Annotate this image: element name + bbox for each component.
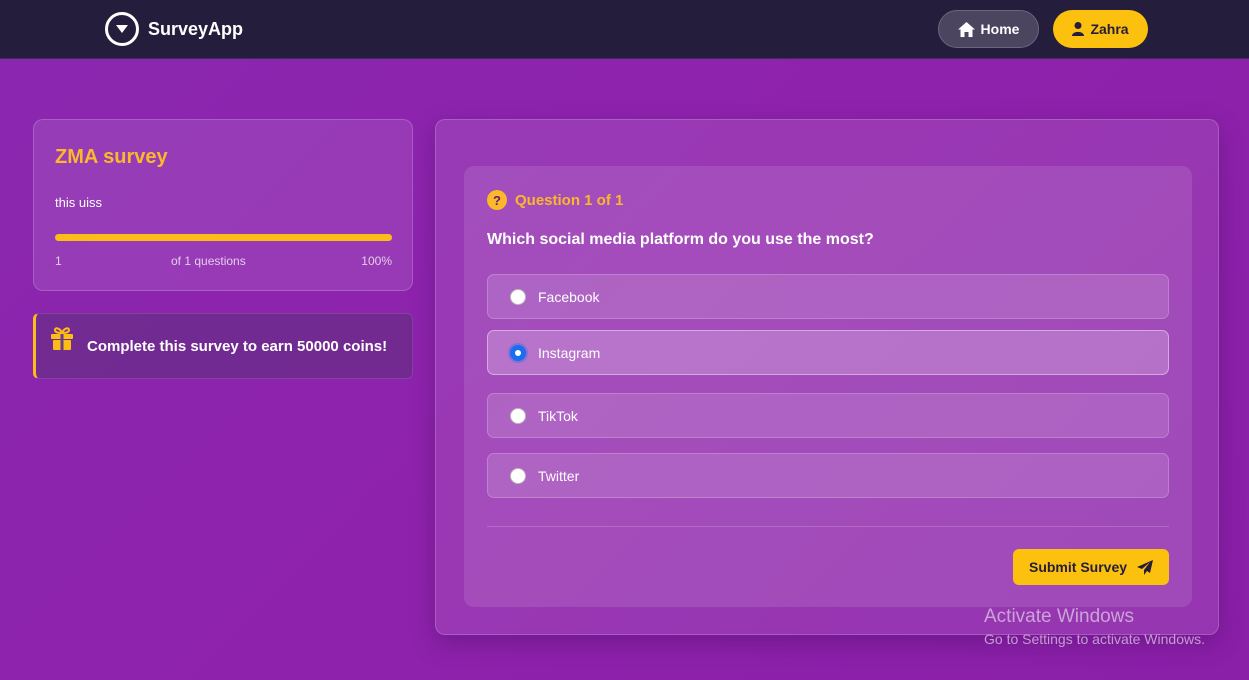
question-card: ? Question 1 of 1 Which social media pla…: [435, 119, 1219, 635]
user-profile-button[interactable]: Zahra: [1053, 10, 1148, 48]
radio-button[interactable]: [510, 289, 526, 305]
logo-icon: [105, 12, 139, 46]
gift-icon: [51, 327, 73, 350]
watermark-subtitle: Go to Settings to activate Windows.: [984, 631, 1205, 647]
brand[interactable]: SurveyApp: [105, 12, 243, 46]
submit-label: Submit Survey: [1028, 559, 1128, 575]
submit-survey-button[interactable]: Submit Survey: [1013, 549, 1169, 585]
progress-percent: 100%: [361, 254, 392, 268]
option-tiktok[interactable]: TikTok: [487, 393, 1169, 438]
question-number: ? Question 1 of 1: [487, 190, 623, 210]
home-icon: [957, 21, 975, 37]
home-button[interactable]: Home: [938, 10, 1039, 48]
watermark-title: Activate Windows: [984, 606, 1134, 627]
progress-current: 1: [55, 254, 62, 268]
survey-title: ZMA survey: [55, 146, 168, 168]
radio-button[interactable]: [510, 468, 526, 484]
brand-name: SurveyApp: [148, 18, 244, 39]
survey-info-card: ZMA survey this uiss 1 of 1 questions 10…: [33, 119, 413, 291]
user-name: Zahra: [1090, 21, 1129, 37]
activate-windows-watermark: Activate Windows Go to Settings to activ…: [984, 606, 1205, 647]
option-label: Facebook: [538, 289, 600, 305]
home-label: Home: [980, 21, 1020, 37]
question-number-label: Question 1 of 1: [515, 191, 624, 209]
question-icon: ?: [487, 190, 507, 210]
question-text: Which social media platform do you use t…: [487, 231, 874, 248]
option-instagram[interactable]: Instagram: [487, 330, 1169, 375]
radio-button[interactable]: [510, 345, 526, 361]
navbar: SurveyApp Home Zahra: [0, 0, 1249, 59]
user-icon: [1072, 22, 1085, 36]
option-label: Instagram: [538, 345, 601, 361]
progress-bar: [55, 234, 392, 241]
option-twitter[interactable]: Twitter: [487, 453, 1169, 498]
send-icon: [1137, 559, 1154, 575]
question-panel: ? Question 1 of 1 Which social media pla…: [464, 166, 1192, 607]
option-label: Twitter: [538, 468, 580, 484]
option-label: TikTok: [538, 408, 578, 424]
option-facebook[interactable]: Facebook: [487, 274, 1169, 319]
survey-description: this uiss: [55, 195, 102, 210]
progress-label: of 1 questions: [171, 254, 246, 268]
reward-banner: Complete this survey to earn 50000 coins…: [33, 313, 413, 379]
radio-button[interactable]: [510, 408, 526, 424]
divider: [487, 526, 1169, 527]
progress-fill: [55, 234, 392, 241]
reward-text: Complete this survey to earn 50000 coins…: [87, 338, 388, 355]
